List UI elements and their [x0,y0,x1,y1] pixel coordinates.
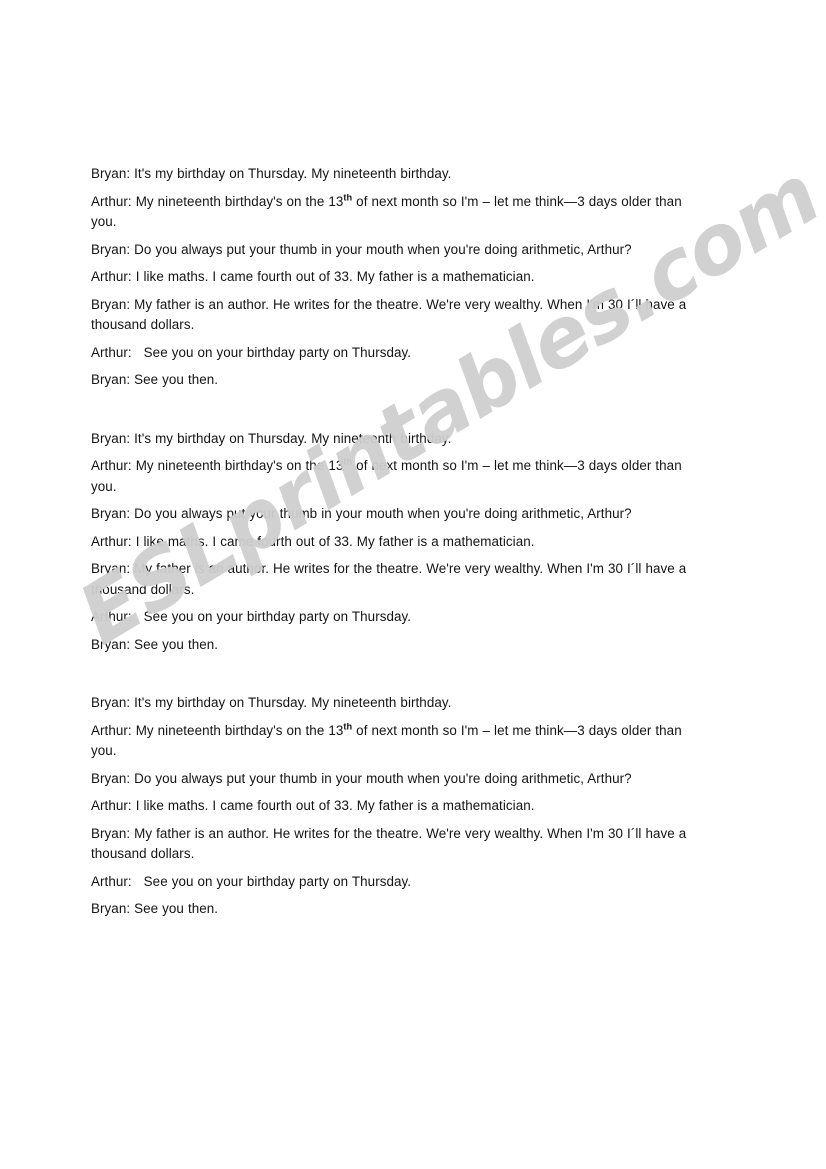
dialogue-speaker: Arthur: [91,458,132,473]
dialogue-text: I like maths. I came fourth out of 33. M… [135,533,535,549]
dialogue-speaker: Bryan: [91,506,131,521]
dialogue-line: Bryan: See you then. [91,899,705,920]
dialogue-block-3: Bryan: It's my birthday on Thursday. My … [91,693,705,920]
dialogue-text: See you then. [134,372,219,387]
dialogue-line: Arthur: See you on your birthday party o… [91,343,705,364]
dialogue-line: Arthur: My nineteenth birthday's on the … [91,721,705,762]
dialogue-line: Arthur: My nineteenth birthday's on the … [91,192,705,233]
dialogue-line: Bryan: My father is an author. He writes… [91,824,705,865]
dialogue-text: See you on your birthday party on Thursd… [143,873,412,889]
dialogue-gap [132,345,144,360]
dialogue-text: Do you always put your thumb in your mou… [134,241,632,257]
dialogue-text: See you on your birthday party on Thursd… [143,609,412,624]
dialogue-line: Arthur: I like maths. I came fourth out … [91,267,705,288]
dialogue-text-pre: My nineteenth birthday's on the 13 [135,722,344,738]
dialogue-text: My father is an author. He writes for th… [91,561,687,597]
dialogue-speaker: Arthur: [91,533,132,549]
dialogue-speaker: Bryan: [91,636,131,652]
dialogue-line: Arthur: See you on your birthday party o… [91,607,705,628]
dialogue-speaker: Bryan: [91,825,131,841]
dialogue-speaker: Bryan: [91,241,131,257]
dialogue-gap [132,874,144,889]
dialogue-speaker: Bryan: [91,901,131,916]
dialogue-text: It's my birthday on Thursday. My ninetee… [134,166,452,181]
dialogue-speaker: Bryan: [91,430,131,446]
dialogue-text: My father is an author. He writes for th… [91,825,687,862]
dialogue-text: See you then. [134,636,219,652]
dialogue-speaker: Arthur: [91,609,132,624]
ordinal-suffix: th [343,456,353,467]
dialogue-speaker: Arthur: [91,798,132,813]
dialogue-speaker: Arthur: [91,269,132,284]
dialogue-text: Do you always put your thumb in your mou… [134,770,632,786]
dialogue-block-2: Bryan: It's my birthday on Thursday. My … [91,429,705,656]
dialogue-content: Bryan: It's my birthday on Thursday. My … [91,164,705,920]
dialogue-line: Bryan: See you then. [91,370,705,391]
dialogue-text: It's my birthday on Thursday. My ninetee… [134,695,452,710]
dialogue-line: Bryan: Do you always put your thumb in y… [91,769,705,790]
dialogue-speaker: Bryan: [91,695,131,710]
dialogue-text-pre: My nineteenth birthday's on the 13 [135,193,344,209]
dialogue-speaker: Bryan: [91,770,131,786]
dialogue-text: Do you always put your thumb in your mou… [134,506,632,521]
dialogue-line: Bryan: My father is an author. He writes… [91,559,705,600]
dialogue-line: Bryan: It's my birthday on Thursday. My … [91,693,705,714]
dialogue-speaker: Arthur: [91,722,132,738]
dialogue-speaker: Bryan: [91,561,131,576]
dialogue-block-1: Bryan: It's my birthday on Thursday. My … [91,164,705,391]
dialogue-text: My father is an author. He writes for th… [91,296,687,333]
dialogue-speaker: Arthur: [91,193,132,209]
dialogue-line: Arthur: I like maths. I came fourth out … [91,796,705,817]
dialogue-text: I like maths. I came fourth out of 33. M… [135,269,535,284]
dialogue-line: Bryan: It's my birthday on Thursday. My … [91,164,705,185]
dialogue-line: Arthur: See you on your birthday party o… [91,872,705,893]
dialogue-text: I like maths. I came fourth out of 33. M… [135,798,535,813]
dialogue-line: Bryan: Do you always put your thumb in y… [91,240,705,261]
dialogue-speaker: Arthur: [91,873,132,889]
dialogue-speaker: Bryan: [91,166,131,181]
dialogue-text: See you then. [134,901,219,916]
document-page: ESLprintables.com Bryan: It's my birthda… [0,0,826,1169]
dialogue-line: Arthur: My nineteenth birthday's on the … [91,456,705,497]
dialogue-text-pre: My nineteenth birthday's on the 13 [135,458,344,473]
dialogue-line: Arthur: I like maths. I came fourth out … [91,532,705,553]
ordinal-suffix: th [343,721,353,732]
dialogue-speaker: Arthur: [91,344,132,360]
dialogue-text: It's my birthday on Thursday. My ninetee… [134,430,452,446]
dialogue-line: Bryan: See you then. [91,635,705,656]
dialogue-text: See you on your birthday party on Thursd… [143,344,412,360]
dialogue-speaker: Bryan: [91,372,131,387]
dialogue-gap [132,609,144,624]
dialogue-line: Bryan: My father is an author. He writes… [91,295,705,336]
dialogue-speaker: Bryan: [91,296,131,312]
dialogue-line: Bryan: Do you always put your thumb in y… [91,504,705,525]
ordinal-suffix: th [343,192,353,203]
dialogue-line: Bryan: It's my birthday on Thursday. My … [91,429,705,450]
